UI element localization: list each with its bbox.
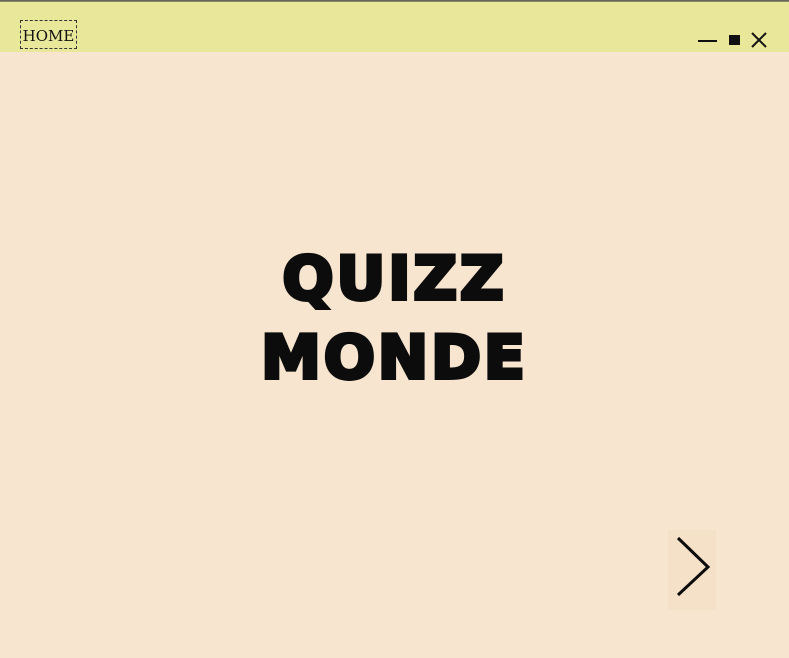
close-icon (751, 32, 767, 48)
close-button[interactable] (749, 30, 769, 50)
page-title: QUIZZ MONDE (0, 240, 789, 398)
next-button[interactable] (668, 530, 716, 610)
title-bar: HOME (0, 2, 789, 52)
minimize-button[interactable] (698, 30, 718, 50)
chevron-right-icon (676, 536, 711, 597)
title-line-1: QUIZZ (280, 242, 507, 316)
home-button[interactable]: HOME (20, 20, 77, 49)
home-button-label: HOME (22, 27, 75, 45)
minimize-icon (698, 40, 717, 42)
maximize-button[interactable] (729, 30, 743, 50)
maximize-icon (729, 35, 740, 45)
title-line-2: MONDE (259, 321, 528, 395)
